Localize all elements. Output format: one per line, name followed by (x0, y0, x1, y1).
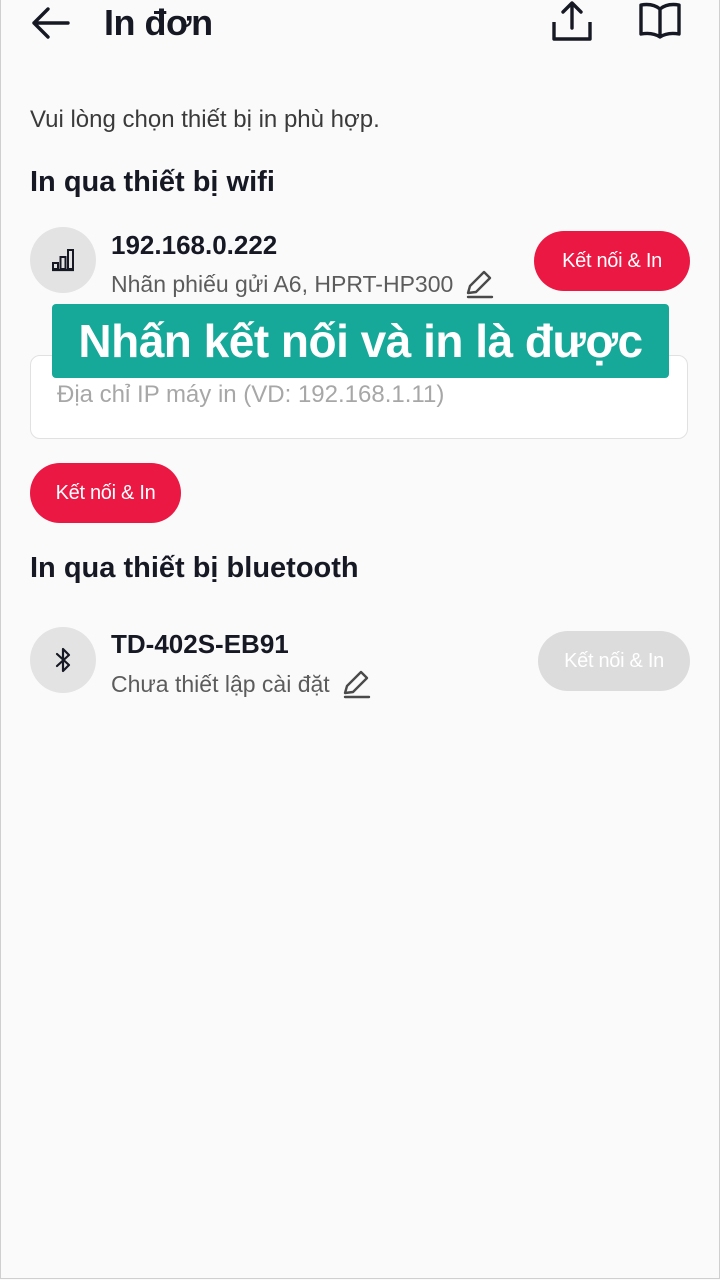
header: In đơn (0, 0, 720, 56)
wifi-section-title: In qua thiết bị wifi (30, 166, 275, 198)
manual-connect-print-button[interactable]: Kết nối & In (30, 463, 181, 523)
wifi-connect-print-button[interactable]: Kết nối & In (534, 231, 690, 291)
wifi-device-description-text: Nhãn phiếu gửi A6, HPRT-HP300 (111, 270, 454, 297)
bluetooth-connect-print-button[interactable]: Kết nối & In (538, 631, 690, 691)
bluetooth-device-description: Chưa thiết lập cài đặt (111, 668, 372, 700)
bluetooth-device-description-text: Chưa thiết lập cài đặt (111, 670, 330, 697)
share-upload-icon (552, 1, 592, 41)
wifi-device-avatar (30, 227, 96, 293)
edit-pencil-icon[interactable] (340, 668, 372, 700)
arrow-left-icon (32, 7, 70, 39)
share-button[interactable] (550, 0, 594, 44)
open-book-icon (639, 2, 681, 39)
bluetooth-icon (55, 647, 71, 673)
instruction-text: Vui lòng chọn thiết bị in phù hợp. (30, 106, 380, 133)
video-caption-overlay: Nhấn kết nối và in là được (52, 304, 669, 378)
wifi-device-name: 192.168.0.222 (111, 230, 278, 260)
back-button[interactable] (30, 4, 72, 42)
page-title: In đơn (104, 2, 213, 43)
wifi-device-description: Nhãn phiếu gửi A6, HPRT-HP300 (111, 268, 495, 300)
signal-bars-icon (52, 249, 74, 272)
edit-pencil-icon[interactable] (463, 268, 495, 300)
bluetooth-device-name: TD-402S-EB91 (111, 629, 289, 659)
bluetooth-section-title: In qua thiết bị bluetooth (30, 552, 359, 584)
guide-button[interactable] (638, 0, 684, 44)
bluetooth-device-avatar (30, 627, 96, 693)
ip-address-placeholder: Địa chỉ IP máy in (VD: 192.168.1.11) (57, 381, 445, 408)
